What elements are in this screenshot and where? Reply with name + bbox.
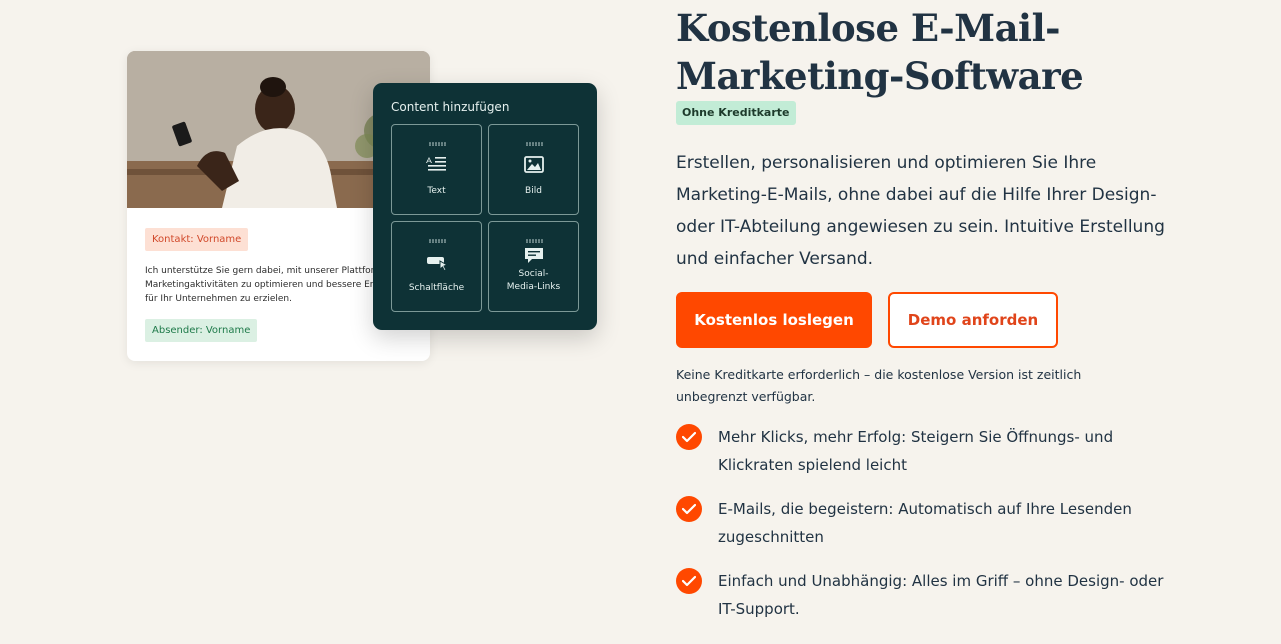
add-content-panel: Content hinzufügen Text Bild Schaltfläch… <box>373 83 597 330</box>
tile-label: Schaltfläche <box>408 283 465 293</box>
speech-bubble-icon <box>525 248 543 263</box>
feature-item: Einfach und Unabhängig: Alles im Griff –… <box>676 567 1176 627</box>
page-title: Kostenlose E-Mail-Marketing-Software <box>676 6 1084 98</box>
image-icon <box>524 156 544 173</box>
text-align-icon <box>426 157 446 171</box>
feature-text: Mehr Klicks, mehr Erfolg: Steigern Sie Ö… <box>718 428 1114 474</box>
content-tile-text[interactable]: Text <box>391 124 482 215</box>
panel-title: Content hinzufügen <box>391 100 510 114</box>
drag-handle-icon <box>429 239 446 243</box>
feature-text: Einfach und Unabhängig: Alles im Griff –… <box>718 572 1164 618</box>
content-tile-button[interactable]: Schaltfläche <box>391 221 482 312</box>
tile-label: Social- Media-Links <box>506 269 561 292</box>
request-demo-button[interactable]: Demo anforden <box>888 292 1058 348</box>
contact-merge-tag: Kontakt: Vorname <box>145 228 249 251</box>
drag-handle-icon <box>526 239 543 243</box>
feature-item: Mehr Klicks, mehr Erfolg: Steigern Sie Ö… <box>676 423 1176 483</box>
tile-label: Bild <box>525 186 542 196</box>
sender-merge-tag: Absender: Vorname <box>145 319 258 342</box>
no-credit-card-note: Keine Kreditkarte erforderlich – die kos… <box>676 367 1082 404</box>
tile-label: Text <box>427 186 446 196</box>
start-free-button[interactable]: Kostenlos loslegen <box>676 292 872 348</box>
feature-item: E-Mails, die begeistern: Automatisch auf… <box>676 495 1176 555</box>
no-credit-card-badge: Ohne Kreditkarte <box>676 101 796 125</box>
content-tile-social-links[interactable]: Social- Media-Links <box>488 221 579 312</box>
checkmark-icon <box>676 568 702 594</box>
lead-paragraph: Erstellen, personalisieren und optimiere… <box>676 153 1165 269</box>
checkmark-icon <box>676 496 702 522</box>
feature-text: E-Mails, die begeistern: Automatisch auf… <box>718 500 1132 546</box>
drag-handle-icon <box>526 142 543 146</box>
checkmark-icon <box>676 424 702 450</box>
drag-handle-icon <box>429 142 446 146</box>
button-cursor-icon <box>427 257 448 272</box>
content-tile-image[interactable]: Bild <box>488 124 579 215</box>
